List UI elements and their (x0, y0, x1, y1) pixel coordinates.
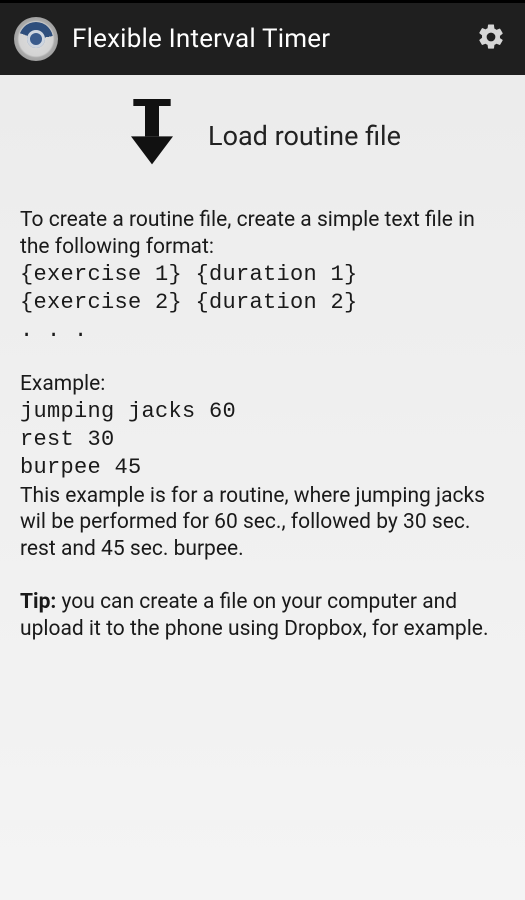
example-block: Example: jumping jacks 60 rest 30 burpee… (20, 371, 505, 563)
settings-button[interactable] (467, 15, 515, 63)
action-bar: Flexible Interval Timer (0, 3, 525, 75)
instructions-text: To create a routine file, create a simpl… (0, 207, 525, 643)
format-line-2: {exercise 2} {duration 2} (20, 289, 505, 317)
format-block: To create a routine file, create a simpl… (20, 207, 505, 345)
tip-label: Tip: (20, 590, 56, 614)
load-routine-label: Load routine file (208, 120, 401, 152)
tip-text: you can create a file on your computer a… (20, 590, 488, 641)
app-title: Flexible Interval Timer (72, 24, 467, 54)
gear-icon (476, 22, 506, 56)
app-icon (14, 17, 58, 61)
format-ellipsis: . . . (20, 317, 505, 345)
download-icon (124, 99, 180, 173)
tip-block: Tip: you can create a file on your compu… (20, 589, 505, 643)
example-explain: This example is for a routine, where jum… (20, 483, 505, 564)
format-line-1: {exercise 1} {duration 1} (20, 261, 505, 289)
example-line-1: jumping jacks 60 (20, 398, 505, 426)
example-heading: Example: (20, 371, 505, 398)
main-content: Load routine file To create a routine fi… (0, 75, 525, 900)
load-routine-button[interactable]: Load routine file (0, 75, 525, 207)
intro-text: To create a routine file, create a simpl… (20, 207, 505, 261)
example-line-2: rest 30 (20, 426, 505, 454)
example-line-3: burpee 45 (20, 454, 505, 482)
